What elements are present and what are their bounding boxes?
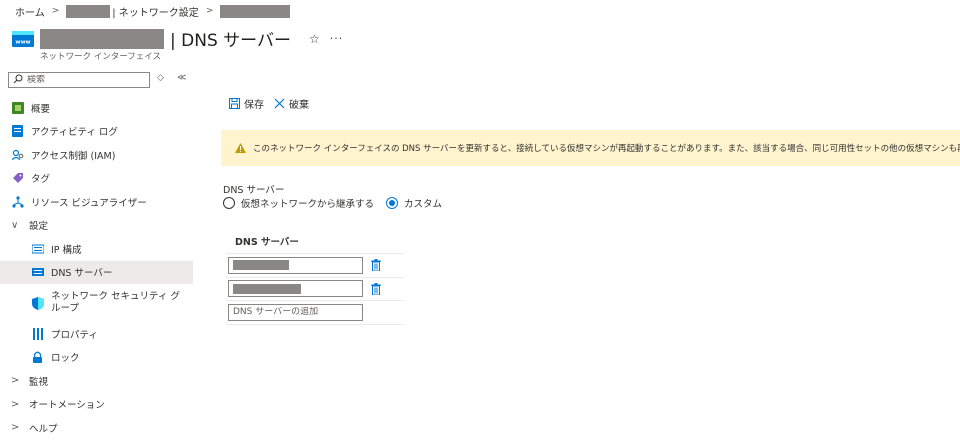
overview-icon — [11, 101, 24, 114]
filter-toggle-icon[interactable]: ◇ — [157, 73, 164, 83]
search-input[interactable] — [27, 75, 137, 85]
tag-icon — [11, 172, 24, 185]
page-header: www | DNS サーバー ☆ ··· — [12, 26, 343, 51]
sidebar-item-label: IP 構成 — [51, 244, 82, 256]
search-box[interactable] — [8, 72, 150, 88]
sidebar-group-help[interactable]: > ヘルプ — [0, 416, 193, 440]
properties-icon — [31, 327, 44, 340]
table-row — [226, 278, 404, 301]
redacted-resource-name — [66, 4, 111, 18]
table-row — [226, 254, 404, 278]
sidebar-item-label: アクセス制御 (IAM) — [31, 150, 116, 162]
sidebar-nav: 概要 アクティビティ ログ アクセス制御 (IAM) タグ リソース ビジュアラ… — [0, 96, 193, 440]
redacted-resource-name[interactable] — [220, 4, 291, 18]
discard-button[interactable]: 破棄 — [274, 96, 309, 111]
sidebar-group-automation[interactable]: > オートメーション — [0, 393, 193, 417]
chevron-down-icon: ∨ — [11, 219, 19, 231]
chevron-right-icon: > — [11, 375, 20, 387]
chevron-right-icon: > — [205, 6, 214, 16]
sidebar-item-label: オートメーション — [29, 400, 105, 412]
chevron-right-icon: > — [11, 398, 20, 410]
sidebar-item-resource-visualizer[interactable]: リソース ビジュアライザー — [0, 190, 193, 214]
sidebar-item-label: 設定 — [29, 221, 49, 233]
dns-server-field[interactable] — [228, 280, 363, 298]
dns-radio-group: 仮想ネットワークから継承する カスタム — [223, 196, 442, 210]
radio-custom-label[interactable]: カスタム — [404, 196, 442, 210]
command-bar: 保存 破棄 — [229, 96, 319, 111]
collapse-sidebar-icon[interactable]: ≪ — [177, 73, 186, 83]
network-security-group-icon — [31, 296, 44, 310]
access-control-icon — [11, 148, 24, 161]
resource-visualizer-icon — [11, 195, 24, 208]
save-button[interactable]: 保存 — [229, 96, 264, 111]
radio-custom[interactable] — [386, 197, 399, 209]
discard-button-label: 破棄 — [289, 100, 309, 111]
breadcrumb-home[interactable]: ホーム — [15, 4, 45, 19]
chevron-right-icon: > — [51, 6, 60, 16]
activity-log-icon — [11, 125, 24, 138]
sidebar-item-access-control[interactable]: アクセス制御 (IAM) — [0, 143, 193, 167]
chevron-right-icon: > — [11, 422, 20, 434]
warning-banner: このネットワーク インターフェイスの DNS サーバーを更新すると、接続している… — [221, 130, 960, 166]
sidebar-item-label: ヘルプ — [29, 423, 58, 435]
sidebar-item-ip-config[interactable]: IP 構成 — [0, 237, 193, 261]
table-header: DNS サーバー — [226, 228, 404, 254]
sidebar-item-label: 監視 — [29, 376, 49, 388]
sidebar-item-label: ロック — [51, 353, 80, 365]
warning-icon — [235, 143, 246, 153]
dns-server-field[interactable] — [228, 256, 363, 274]
search-icon — [13, 74, 23, 87]
sidebar-item-network-security-group[interactable]: ネットワーク セキュリティ グループ — [0, 284, 193, 322]
sidebar-item-label: アクティビティ ログ — [31, 127, 118, 139]
sidebar-item-tags[interactable]: タグ — [0, 167, 193, 191]
add-dns-server-field[interactable] — [228, 303, 363, 321]
sidebar-item-overview[interactable]: 概要 — [0, 96, 193, 120]
sidebar-item-properties[interactable]: プロパティ — [0, 322, 193, 346]
ip-config-icon — [31, 242, 44, 255]
sidebar-item-label: プロパティ — [51, 329, 98, 341]
sidebar-item-activity-log[interactable]: アクティビティ ログ — [0, 120, 193, 144]
breadcrumb-parent[interactable]: | ネットワーク設定 — [112, 4, 199, 19]
favorite-star-icon[interactable]: ☆ — [309, 32, 320, 46]
radio-inherit-label[interactable]: 仮想ネットワークから継承する — [241, 196, 374, 210]
network-interface-icon: www — [12, 30, 34, 48]
sidebar-group-monitoring[interactable]: > 監視 — [0, 369, 193, 393]
sidebar-item-dns-server[interactable]: DNS サーバー — [0, 260, 193, 284]
sidebar-item-label: タグ — [31, 174, 51, 186]
redacted-resource-title — [40, 28, 164, 49]
save-button-label: 保存 — [244, 100, 264, 111]
dns-server-label: DNS サーバー — [223, 185, 285, 196]
delete-icon[interactable] — [371, 282, 381, 295]
delete-icon[interactable] — [371, 259, 381, 272]
redacted-value — [233, 260, 289, 271]
redacted-value — [233, 283, 301, 294]
save-icon — [229, 98, 240, 109]
breadcrumb: ホーム > | ネットワーク設定 > — [15, 4, 291, 19]
svg-text:www: www — [15, 39, 30, 45]
close-icon — [274, 98, 285, 109]
add-dns-server-input[interactable] — [233, 307, 353, 318]
sidebar-item-label: 概要 — [31, 103, 51, 115]
table-row — [226, 301, 404, 325]
sidebar-item-lock[interactable]: ロック — [0, 346, 193, 370]
sidebar-item-label: ネットワーク セキュリティ グループ — [51, 291, 180, 314]
radio-inherit[interactable] — [223, 197, 235, 209]
dns-server-table: DNS サーバー — [226, 228, 404, 325]
dns-server-icon — [31, 266, 44, 279]
page-title: | DNS サーバー — [170, 31, 291, 51]
sidebar-item-label: リソース ビジュアライザー — [31, 197, 147, 209]
lock-icon — [31, 351, 44, 364]
more-options-icon[interactable]: ··· — [330, 32, 344, 45]
sidebar-item-label: DNS サーバー — [51, 268, 113, 280]
warning-text: このネットワーク インターフェイスの DNS サーバーを更新すると、接続している… — [253, 144, 960, 154]
sidebar-group-settings[interactable]: ∨ 設定 — [0, 214, 193, 238]
page-subtitle: ネットワーク インターフェイス — [40, 52, 161, 62]
